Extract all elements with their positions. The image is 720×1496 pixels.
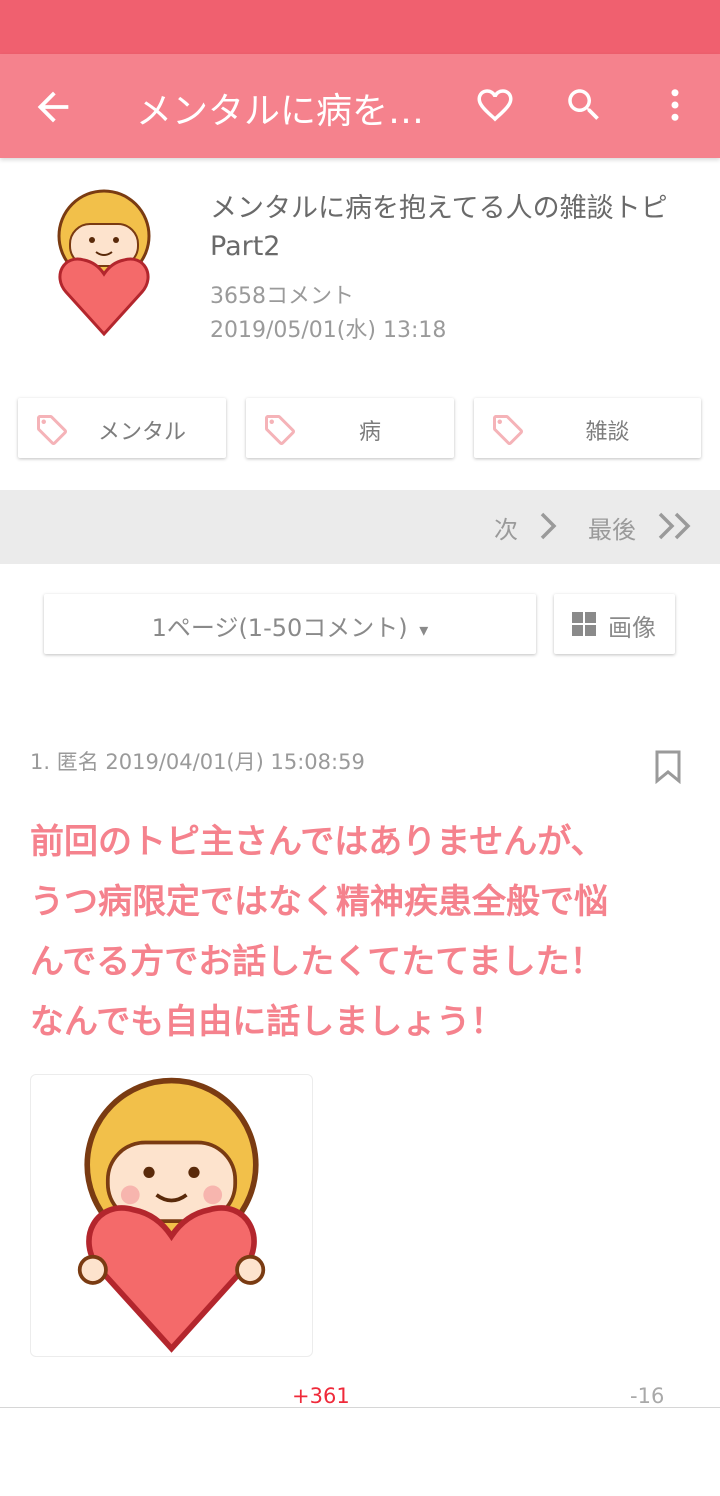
comment-line: んでる方でお話したくてたてました！ [30, 942, 604, 982]
tag-label: メンタル [97, 420, 186, 445]
topic-date: 2019/05/01(水) 13:18 [210, 318, 447, 343]
search-icon[interactable] [563, 84, 605, 126]
page-title: メンタルに病を… [136, 91, 425, 132]
more-vert-icon[interactable] [654, 84, 696, 126]
comment-line: うつ病限定ではなく精神疾患全般で悩 [30, 882, 608, 922]
girl-heart-illustration [77, 1077, 266, 1353]
next-page-link[interactable]: 次 [494, 510, 518, 545]
image-button-label: 画像 [608, 614, 656, 642]
tag-mental[interactable]: メンタル [18, 398, 226, 458]
vote-minus-count[interactable]: -16 [630, 1384, 664, 1408]
comment-line: なんでも自由に話しましょう！ [30, 1002, 505, 1042]
comment-body: 前回のトピ主さんではありませんが、 うつ病限定ではなく精神疾患全般で悩 んでる方… [30, 812, 690, 1052]
tag-chat[interactable]: 雑談 [474, 398, 701, 458]
double-chevron-right-icon[interactable] [656, 506, 696, 546]
bookmark-icon[interactable] [654, 750, 682, 784]
topic-title: メンタルに病を抱えてる人の雑談トピPart2 [210, 193, 668, 262]
page-select[interactable]: 1ページ(1-50コメント) ▾ [44, 594, 536, 654]
tag-list: メンタル 病 雑談 [18, 398, 702, 460]
back-arrow-icon[interactable] [30, 84, 76, 130]
tag-illness[interactable]: 病 [246, 398, 454, 458]
topic-thumbnail[interactable] [34, 188, 174, 338]
topic-header: メンタルに病を抱えてる人の雑談トピPart2 3658コメント 2019/05/… [0, 158, 720, 388]
grid-icon [572, 612, 596, 636]
last-page-link[interactable]: 最後 [588, 510, 636, 545]
comment-line: 前回のトピ主さんではありませんが、 [30, 822, 605, 862]
vote-plus-count[interactable]: +361 [292, 1384, 350, 1408]
chevron-right-icon[interactable] [534, 506, 560, 546]
comment-meta: 1. 匿名 2019/04/01(月) 15:08:59 [30, 750, 365, 774]
status-bar [0, 0, 720, 54]
tag-label: 雑談 [585, 420, 630, 445]
tag-label: 病 [358, 420, 381, 445]
divider [0, 1407, 720, 1408]
comment-image[interactable] [30, 1074, 313, 1357]
page-select-label: 1ページ(1-50コメント) [151, 614, 408, 642]
heart-icon[interactable] [474, 84, 516, 126]
app-bar: メンタルに病を… [0, 54, 720, 158]
image-view-button[interactable]: 画像 [554, 594, 675, 654]
dropdown-arrow-icon: ▾ [419, 620, 429, 641]
comment-count: 3658コメント [210, 284, 354, 309]
pager-bar: 次 最後 [0, 490, 720, 564]
